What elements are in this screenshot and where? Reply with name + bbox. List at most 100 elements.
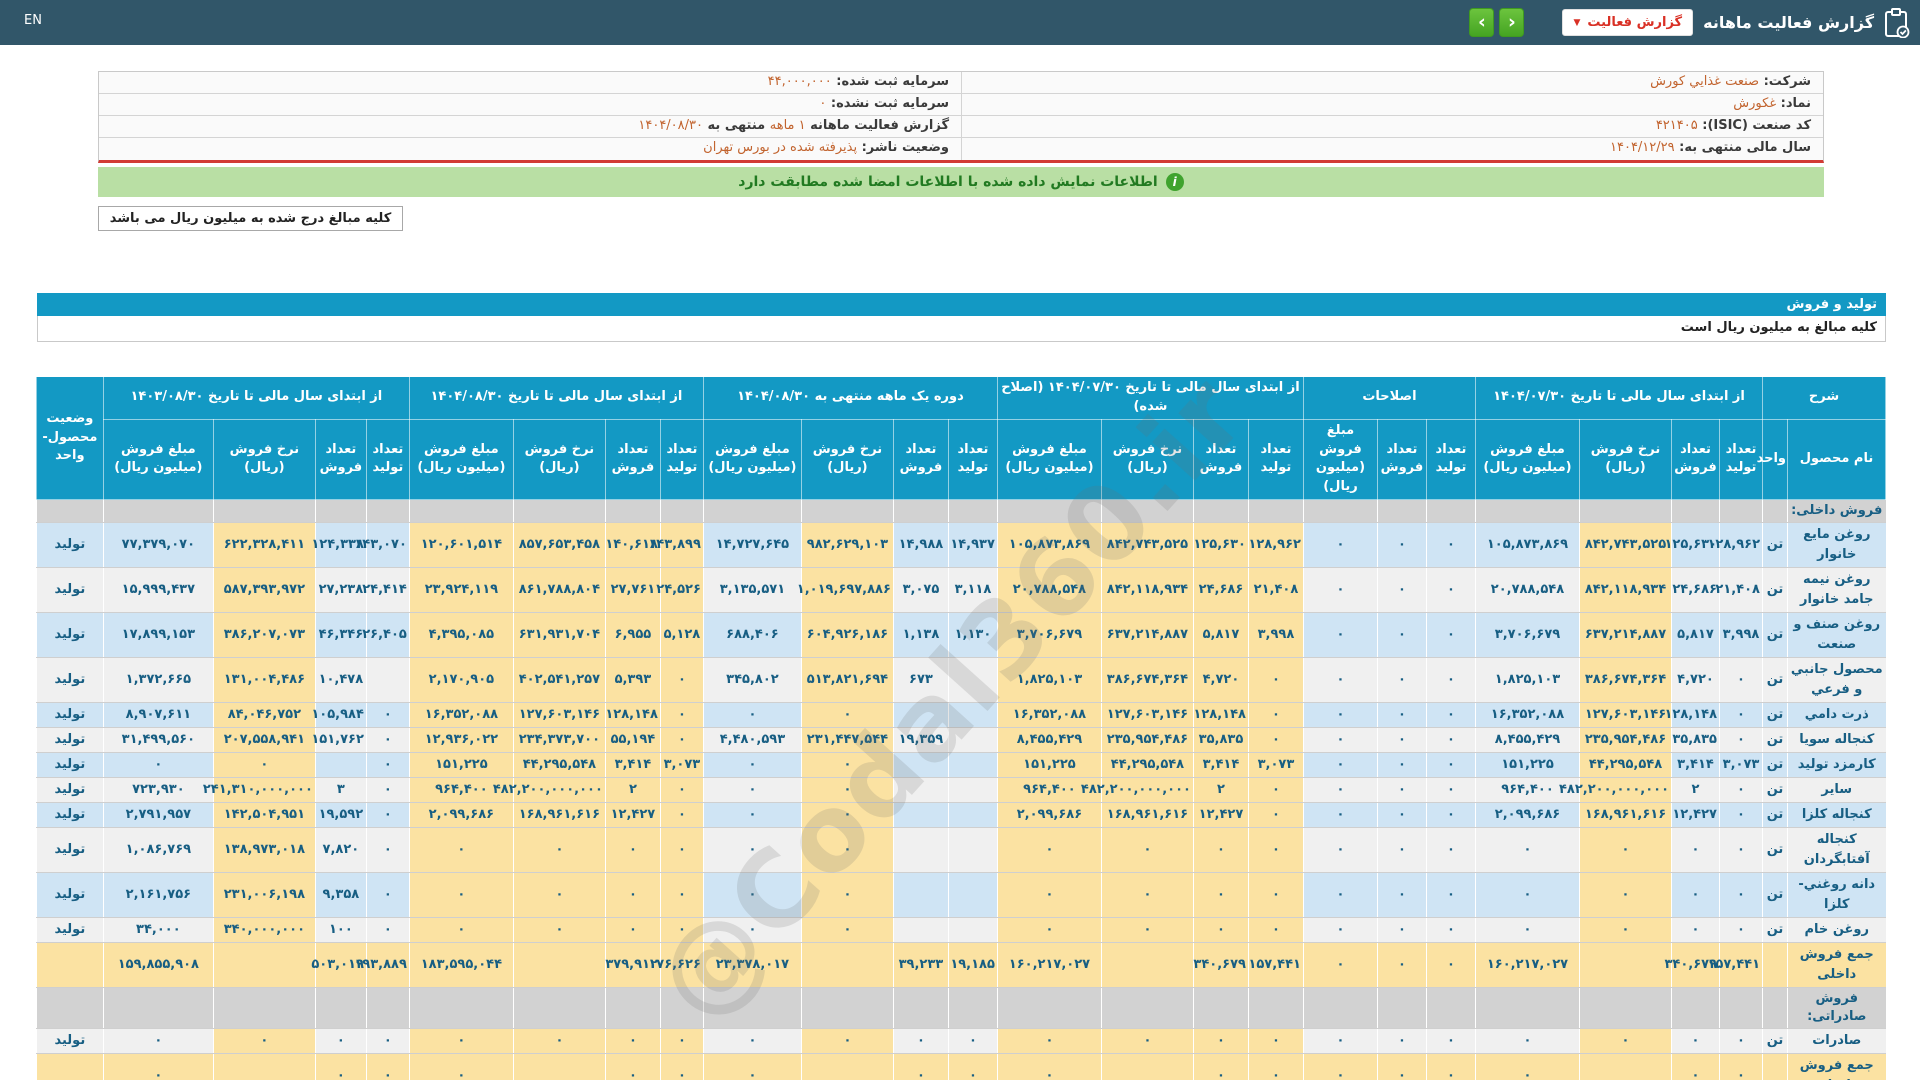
value-cell xyxy=(947,802,998,829)
value-cell: ۰ xyxy=(1247,702,1304,729)
column-header: تعداد فروش xyxy=(1192,418,1249,501)
value-cell: ۰ xyxy=(1425,872,1476,919)
value-cell: ۰ xyxy=(1192,1028,1249,1055)
value-cell: ۱۰,۴۷۸ xyxy=(314,657,367,704)
value-cell: ۰ xyxy=(1579,872,1672,919)
value-cell: ۹,۳۵۸ xyxy=(314,872,367,919)
value-cell: ۵۸۷,۳۹۳,۹۷۲ xyxy=(212,567,316,614)
value-cell: ۳۵,۸۳۵ xyxy=(1671,727,1720,754)
value-cell: ۰ xyxy=(1247,827,1304,874)
value-cell: ۰ xyxy=(1425,1053,1476,1080)
value-cell: ۲۳۴,۳۷۳,۷۰۰ xyxy=(512,727,606,754)
value-cell: ۱۶۰,۲۱۷,۰۲۷ xyxy=(1474,942,1580,989)
column-header: نرخ فروش (ریال) xyxy=(800,418,894,501)
value-cell: ۵,۸۱۷ xyxy=(1671,612,1720,659)
product-name-cell: کنجاله سویا xyxy=(1787,727,1886,754)
report-type-dropdown[interactable]: گزارش فعالیت ▼ xyxy=(1562,9,1694,36)
info-value: پذیرفته شده در بورس تهران xyxy=(703,140,858,155)
value-cell: ۰ xyxy=(996,827,1102,874)
value-cell: ۰ xyxy=(1474,827,1580,874)
value-cell: ۱۶,۳۵۲,۰۸۸ xyxy=(1474,702,1580,729)
value-cell: ۰ xyxy=(996,1028,1102,1055)
table-cell xyxy=(1100,499,1194,524)
product-name-cell: ذرت دامي xyxy=(1787,702,1886,729)
value-cell: ۰ xyxy=(1302,777,1378,804)
table-cell xyxy=(800,499,894,524)
table-cell xyxy=(314,987,367,1030)
info-cell: شرکت: صنعت غذايي كورش xyxy=(961,72,1823,93)
value-cell: ۱۹,۵۹۲ xyxy=(314,802,367,829)
value-cell: ۱۴۰,۶۱۸ xyxy=(604,522,661,569)
value-cell: ۸,۴۵۵,۴۲۹ xyxy=(996,727,1102,754)
column-header: تعداد فروش xyxy=(314,418,367,501)
company-info-table: شرکت: صنعت غذايي كورش سرمایه ثبت شده: ۴۴… xyxy=(98,71,1824,163)
value-cell: ۱۳۸,۹۷۳,۰۱۸ xyxy=(212,827,316,874)
info-label: وضعیت ناشر: xyxy=(857,140,949,155)
value-cell: ۶۳۱,۹۳۱,۷۰۴ xyxy=(512,612,606,659)
value-cell: ۲۷,۷۶۱ xyxy=(604,567,661,614)
column-header: مبلغ فروش (میلیون ریال) xyxy=(1474,418,1581,501)
info-label: سال مالی منتهی به: xyxy=(1674,140,1811,155)
value-cell: ۱۶,۳۵۲,۰۸۸ xyxy=(408,702,514,729)
value-cell: ۵,۳۹۳ xyxy=(604,657,661,704)
value-cell: ۰ xyxy=(996,872,1102,919)
unit-cell: تن xyxy=(1762,777,1788,804)
value-cell: ۴,۷۲۰ xyxy=(1671,657,1720,704)
product-name-cell: دانه روغني- کلزا xyxy=(1787,872,1886,919)
value-cell: ۰ xyxy=(102,752,214,779)
value-cell: ۲۰۷,۵۵۸,۹۴۱ xyxy=(212,727,316,754)
value-cell: ۰ xyxy=(1425,522,1476,569)
value-cell: ۱۰۵,۹۸۴ xyxy=(311,702,367,729)
info-cell: وضعیت ناشر: پذیرفته شده در بورس تهران xyxy=(99,138,961,160)
value-cell: ۰ xyxy=(1376,522,1427,569)
value-cell: ۳,۷۰۶,۶۷۹ xyxy=(996,612,1102,659)
value-cell: ۶۲۲,۳۲۸,۴۱۱ xyxy=(212,522,316,569)
value-cell: ۰ xyxy=(1671,917,1720,944)
value-cell: ۳,۴۱۴ xyxy=(1192,752,1249,779)
value-cell: ۱۷,۸۹۹,۱۵۳ xyxy=(102,612,214,659)
table-cell xyxy=(1425,499,1476,524)
value-cell xyxy=(892,827,949,874)
column-group-header: از ابتدای سال مالی تا تاریخ ۱۴۰۴/۰۸/۳۰ xyxy=(408,376,704,420)
column-header: تعداد فروش xyxy=(1671,418,1720,501)
value-cell: ۲۳۵,۹۵۴,۴۸۶ xyxy=(1100,727,1194,754)
status-cell: تولید xyxy=(35,702,104,729)
info-value: ۱ ماهه xyxy=(769,118,806,133)
value-cell: ۰ xyxy=(604,1053,661,1080)
status-cell: تولید xyxy=(35,872,104,919)
value-cell xyxy=(947,917,998,944)
value-cell: ۰ xyxy=(800,827,894,874)
value-cell: ۰ xyxy=(365,702,410,729)
value-cell: ۰ xyxy=(702,802,802,829)
column-group-header: از ابتدای سال مالی تا تاریخ ۱۴۰۴/۰۷/۳۰ (… xyxy=(996,376,1304,420)
value-cell: ۰ xyxy=(408,1028,514,1055)
chevron-down-icon: ▼ xyxy=(1573,17,1581,28)
status-cell: تولید xyxy=(35,612,104,659)
table-row: روغن خام تن ۰ ۰ ۰ ۰ ۰ ۰ ۰ ۰ ۰ ۰ ۰ ۰ ۰ ۰ ۰ ۰ ۰ ۰ ۱۰۰ ۳۴۰,۰۰۰,۰… xyxy=(35,917,1886,944)
value-cell: ۱۴۳,۰۷۰ xyxy=(354,522,410,569)
column-header: نرخ فروش (ریال) xyxy=(212,418,316,501)
value-cell: ۰ xyxy=(102,1053,214,1080)
language-switch-en[interactable]: EN xyxy=(24,13,42,28)
value-cell: ۰ xyxy=(800,752,894,779)
value-cell: ۴,۳۹۵,۰۸۵ xyxy=(408,612,514,659)
value-cell: ۰ xyxy=(1425,567,1476,614)
value-cell: ۰ xyxy=(659,917,704,944)
value-cell: ۷,۸۲۰ xyxy=(314,827,367,874)
value-cell: ۰ xyxy=(1247,872,1304,919)
value-cell xyxy=(1100,1053,1194,1080)
section-label: فروش داخلی: xyxy=(1787,499,1886,524)
value-cell: ۰ xyxy=(604,917,661,944)
value-cell: ۰ xyxy=(996,1053,1102,1080)
value-cell: ۵,۱۲۸ xyxy=(659,612,704,659)
next-report-button[interactable]: › xyxy=(1469,8,1495,37)
value-cell: ۰ xyxy=(1247,657,1304,704)
value-cell: ۰ xyxy=(512,827,606,874)
value-cell: ۱۶۸,۹۶۱,۶۱۶ xyxy=(1100,802,1194,829)
value-cell: ۳,۰۷۳ xyxy=(659,752,704,779)
value-cell xyxy=(800,942,894,989)
value-cell: ۱۵۱,۲۲۵ xyxy=(408,752,514,779)
value-cell: ۲۳۱,۴۴۷,۵۴۴ xyxy=(800,727,894,754)
prev-report-button[interactable]: ‹ xyxy=(1499,8,1525,37)
value-cell: ۱۴,۷۲۷,۶۴۵ xyxy=(702,522,802,569)
